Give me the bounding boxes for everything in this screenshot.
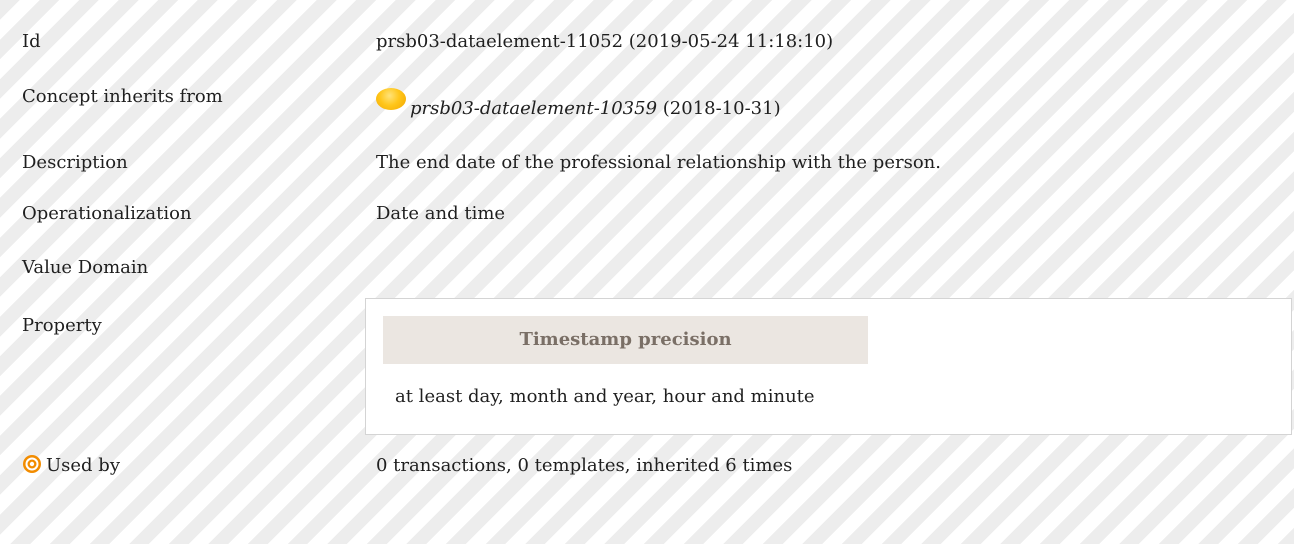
- id-label: Id: [22, 31, 41, 52]
- property-panel: Timestamp precision at least day, month …: [365, 298, 1292, 435]
- property-label: Property: [22, 315, 102, 336]
- operationalization-label: Operationalization: [22, 203, 192, 224]
- target-icon[interactable]: [22, 454, 42, 474]
- property-value: at least day, month and year, hour and m…: [395, 386, 815, 407]
- used-by-label: Used by: [46, 455, 120, 476]
- concept-inherits-value: prsb03-dataelement-10359 (2018-10-31): [376, 88, 781, 121]
- inherited-concept-date: (2018-10-31): [657, 98, 781, 119]
- description-label: Description: [22, 152, 128, 173]
- used-by-value: 0 transactions, 0 templates, inherited 6…: [376, 455, 793, 476]
- property-column-header: Timestamp precision: [383, 316, 868, 364]
- description-value: The end date of the professional relatio…: [376, 152, 941, 173]
- yellow-status-dot-icon: [376, 88, 406, 110]
- inherited-concept-link[interactable]: prsb03-dataelement-10359: [410, 98, 657, 119]
- id-value: prsb03-dataelement-11052 (2019-05-24 11:…: [376, 31, 834, 52]
- operationalization-value: Date and time: [376, 203, 506, 224]
- concept-inherits-label: Concept inherits from: [22, 86, 223, 107]
- used-by-label-wrap: Used by: [22, 454, 120, 478]
- value-domain-label: Value Domain: [22, 257, 149, 278]
